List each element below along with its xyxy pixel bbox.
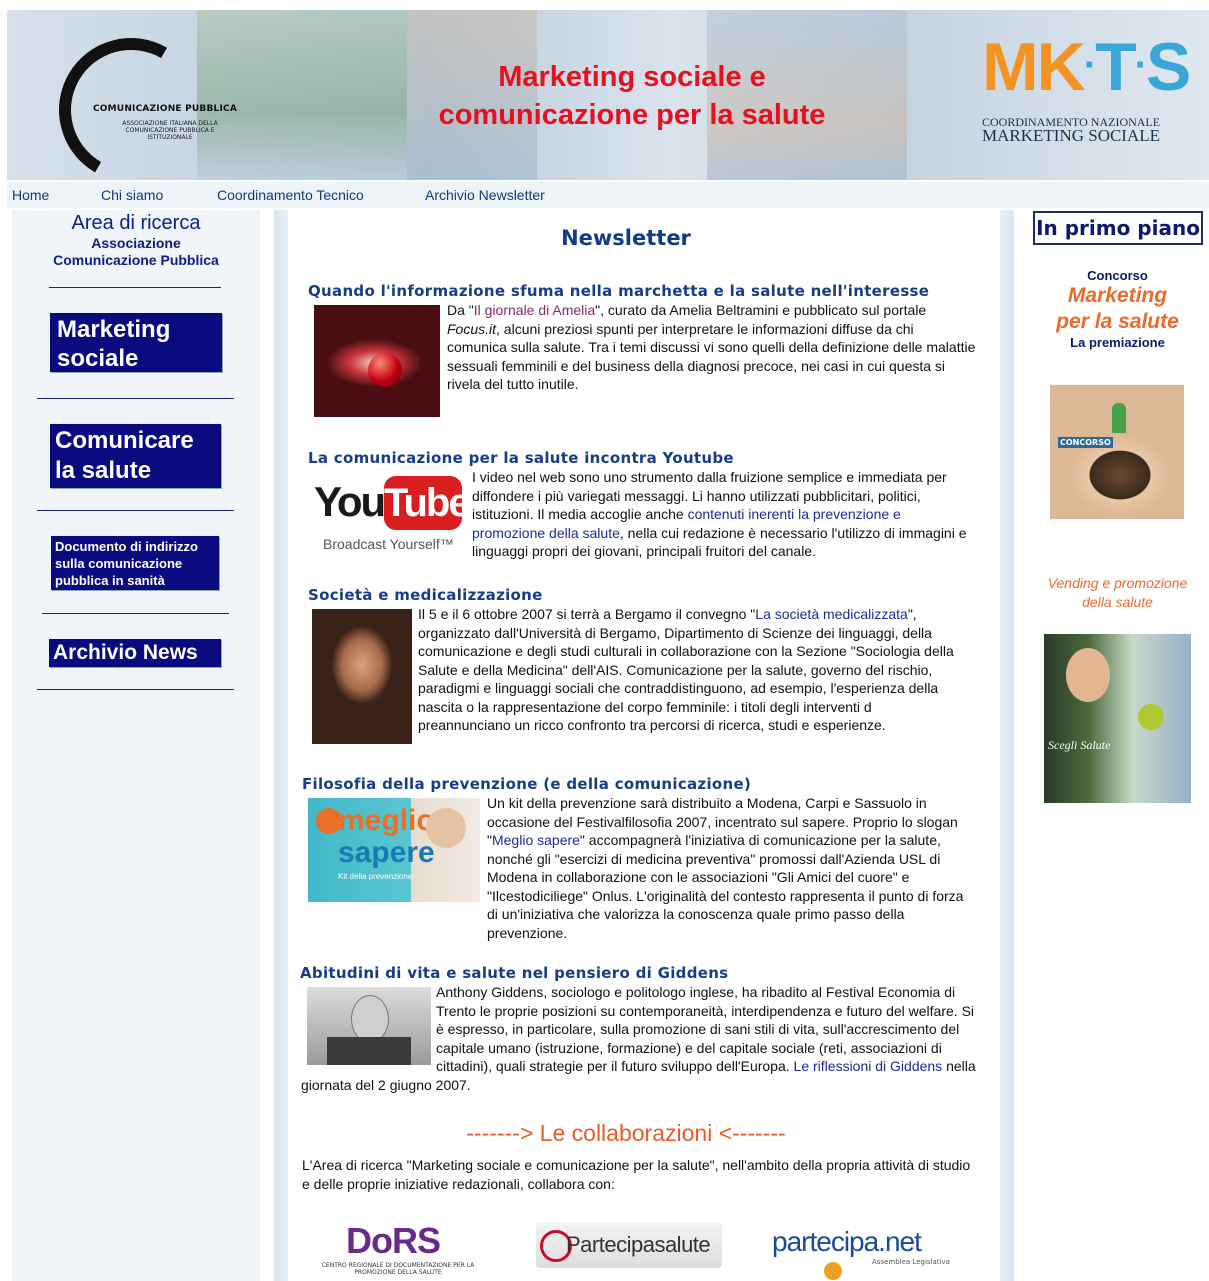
site-title: Marketing sociale e comunicazione per la… [407, 58, 857, 134]
link-societa-medicalizzata[interactable]: La società medicalizzata [755, 606, 908, 622]
page-title: Newsletter [561, 226, 691, 250]
divider [37, 398, 234, 399]
site-title-line1: Marketing sociale e [498, 61, 766, 93]
mkts-logo-text: MK·T·S [982, 29, 1191, 105]
in-primo-piano-box: In primo piano [1033, 211, 1203, 245]
article-body: Il 5 e il 6 ottobre 2007 si terrà a Berg… [418, 606, 954, 733]
link-giornale-di-amelia[interactable]: Il giornale di Amelia [474, 302, 595, 318]
vending-image[interactable]: Scegli Salute [1044, 634, 1191, 803]
apple-icon [1138, 704, 1164, 730]
site-title-line2: comunicazione per la salute [438, 99, 826, 131]
divider [42, 613, 229, 614]
mkts-logo[interactable]: MK·T·S COORDINAMENTO NAZIONALE MARKETING… [982, 29, 1191, 170]
link-meglio-sapere[interactable]: Meglio sapere [492, 832, 580, 848]
article-heading[interactable]: La comunicazione per la salute incontra … [308, 449, 734, 467]
archivio-news-button[interactable]: Archivio News [49, 639, 221, 667]
comunicare-la-salute-button[interactable]: Comunicare la salute [50, 424, 221, 488]
article-heading[interactable]: Società e medicalizzazione [308, 586, 543, 604]
divider [37, 689, 234, 690]
nav-coordinamento-tecnico[interactable]: Coordinamento Tecnico [217, 187, 364, 203]
collaborazioni-text: L'Area di ricerca "Marketing sociale e c… [302, 1157, 971, 1192]
article-image-lips-cherry[interactable] [314, 305, 440, 417]
nav-archivio-newsletter[interactable]: Archivio Newsletter [425, 187, 545, 203]
collaborazioni-heading: -------> Le collaborazioni <------- [466, 1120, 786, 1146]
article-image-portrait[interactable] [312, 609, 412, 744]
marketing-sociale-button[interactable]: Marketing sociale [50, 313, 222, 372]
article-heading[interactable]: Abitudini di vita e salute nel pensiero … [300, 964, 728, 982]
area-ricerca-title: Area di ricerca Associazione Comunicazio… [53, 212, 219, 268]
dors-logo[interactable]: DoRS CENTRO REGIONALE DI DOCUMENTAZIONE … [318, 1220, 478, 1280]
article-body: Un kit della prevenzione sarà distribuit… [487, 795, 964, 941]
youtube-logo[interactable]: You Tube Broadcast Yourself™ [312, 472, 471, 554]
article-body: I video nel web sono uno strumento dalla… [472, 469, 967, 559]
concorso-image[interactable]: CONCORSO [1050, 385, 1184, 519]
top-nav: Home Chi siamo Coordinamento Tecnico Arc… [7, 182, 1209, 208]
vending-promozione-title: Vending e promozione della salute [1047, 575, 1188, 610]
article-heading[interactable]: Filosofia della prevenzione (e della com… [302, 775, 751, 793]
article-heading[interactable]: Quando l'informazione sfuma nella marche… [308, 282, 929, 300]
partecipa-net-logo[interactable]: partecipa.net Assemblea Legislativa [772, 1220, 952, 1280]
logo-subtitle: ASSOCIAZIONE ITALIANA DELLA COMUNICAZION… [122, 120, 218, 141]
logo-name: COMUNICAZIONE PUBBLICA [93, 104, 237, 114]
nav-home[interactable]: Home [12, 187, 49, 203]
article-body: Da "Il giornale di Amelia", curato da Am… [447, 302, 976, 392]
divider [49, 287, 221, 288]
left-sidebar: Area di ricerca Associazione Comunicazio… [12, 210, 260, 1281]
partecipasalute-logo[interactable]: Partecipasalute [536, 1222, 722, 1268]
arc-logo-mark [42, 21, 220, 180]
documento-di-indirizzo-button[interactable]: Documento di indirizzo sulla comunicazio… [51, 536, 219, 590]
partecipa-sun-icon [824, 1262, 842, 1280]
woman-face [1066, 648, 1110, 702]
mkts-logo-subtitle: COORDINAMENTO NAZIONALE MARKETING SOCIAL… [982, 115, 1161, 145]
cherry-icon [368, 353, 402, 387]
sprout-icon [1112, 403, 1126, 433]
nav-chi-siamo[interactable]: Chi siamo [101, 187, 163, 203]
link-riflessioni-giddens[interactable]: Le riflessioni di Giddens [794, 1058, 943, 1074]
header-banner: COMUNICAZIONE PUBBLICA ASSOCIAZIONE ITAL… [7, 10, 1209, 180]
article-body: Anthony Giddens, sociologo e politologo … [301, 984, 976, 1093]
comunicazione-pubblica-logo[interactable]: COMUNICAZIONE PUBBLICA ASSOCIAZIONE ITAL… [42, 21, 237, 180]
concorso-marketing-link[interactable]: Concorso Marketing per la salute La prem… [1026, 268, 1209, 350]
divider [37, 510, 234, 511]
